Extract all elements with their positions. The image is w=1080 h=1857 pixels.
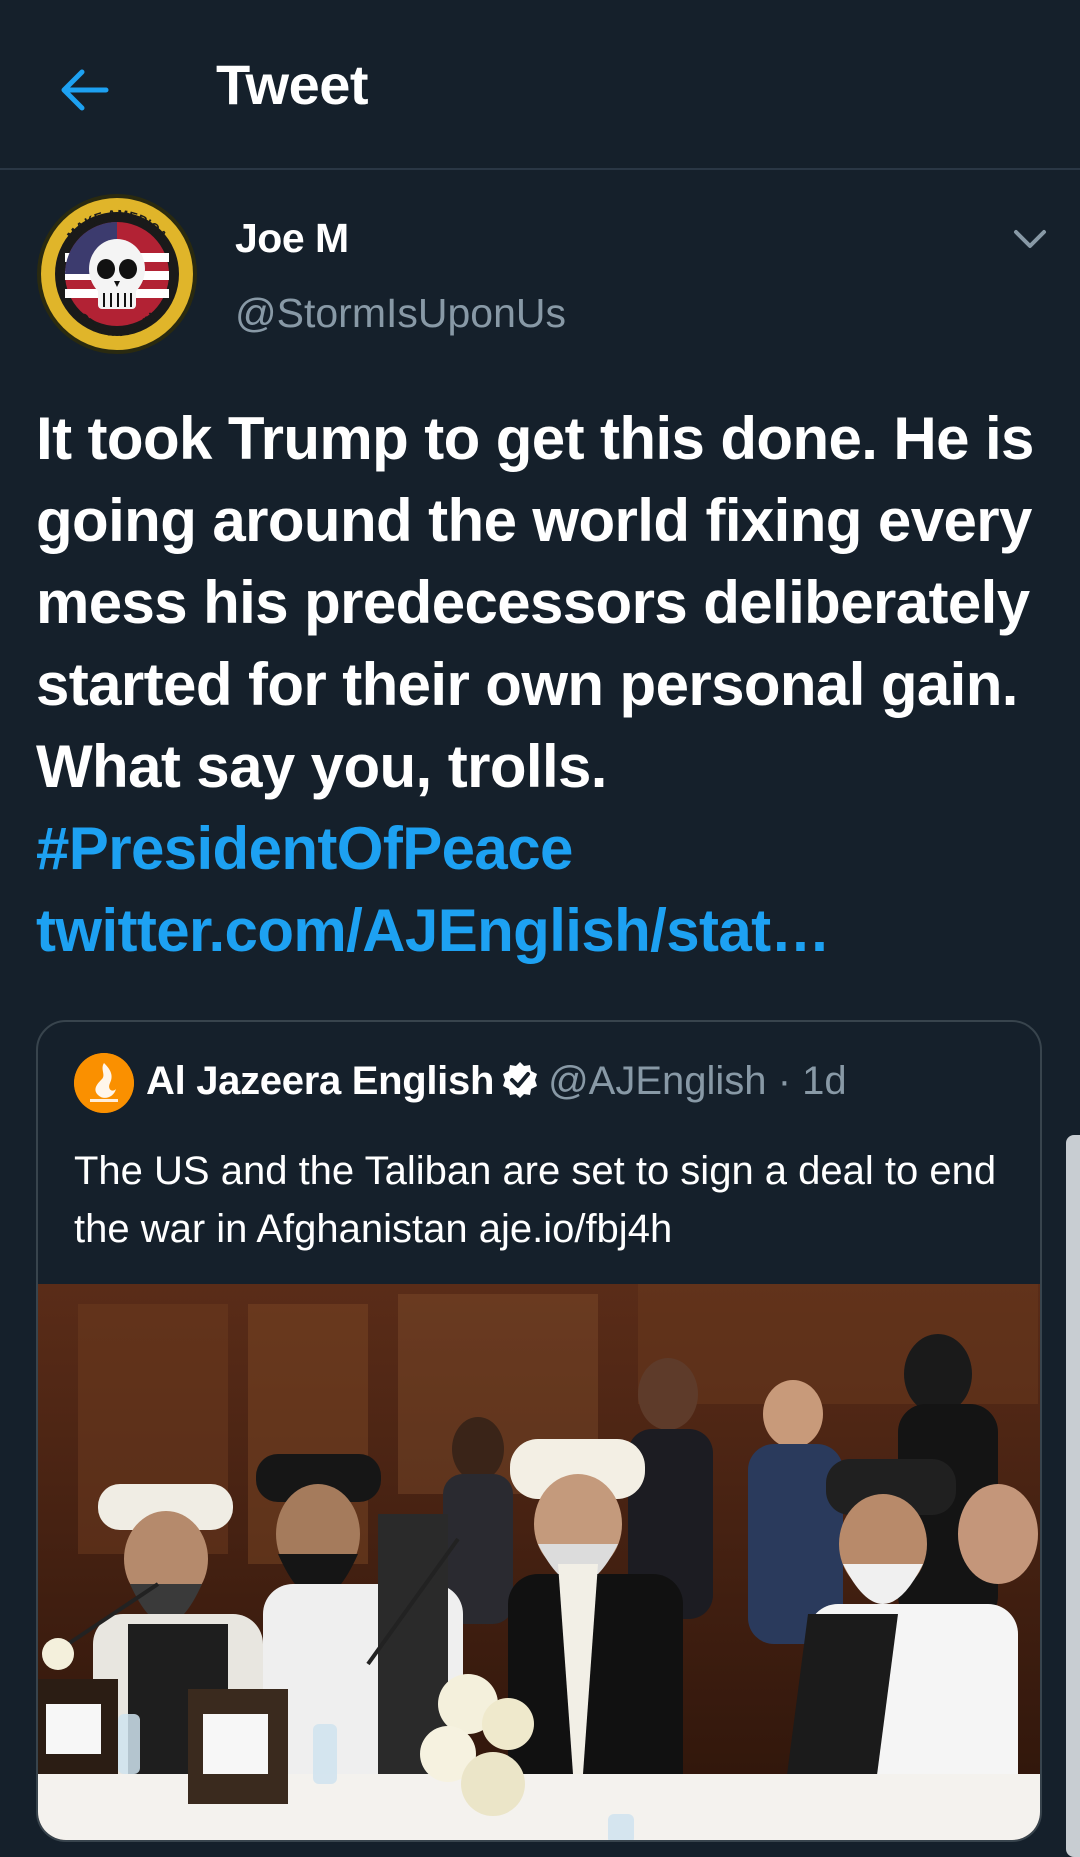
verified-badge-icon [500,1060,540,1100]
tweet-body: It took Trump to get this done. He is go… [36,405,1034,800]
tweet-url-link[interactable]: twitter.com/AJEnglish/stat… [36,897,831,964]
separator: · [777,1059,792,1103]
quoted-author-name[interactable]: Al Jazeera English [146,1059,494,1103]
scrollbar[interactable] [1066,1135,1080,1857]
author-handle[interactable]: @StormIsUponUs [235,290,566,337]
hashtag-link[interactable]: #PresidentOfPeace [36,815,573,882]
quoted-author-handle[interactable]: @AJEnglish [548,1059,766,1103]
page-title: Tweet [216,53,369,116]
author-display-name[interactable]: Joe M [235,215,349,262]
quoted-tweet-card[interactable]: Al Jazeera English @AJEnglish · 1d The US… [36,1020,1042,1842]
tweet-text: It took Trump to get this done. He is go… [36,398,1046,972]
quoted-tweet-header: Al Jazeera English @AJEnglish · 1d [146,1059,847,1104]
al-jazeera-logo-icon [74,1053,134,1113]
top-bar: Tweet [0,0,1080,170]
quoted-tweet-photo[interactable] [38,1284,1040,1840]
back-arrow-icon[interactable] [52,58,116,122]
avatar[interactable]: MAKE AMERICA GREAT AGAIN [36,193,198,355]
chevron-down-icon[interactable] [1010,224,1050,254]
quoted-timestamp: 1d [802,1059,847,1103]
quoted-tweet-text: The US and the Taliban are set to sign a… [74,1149,997,1251]
